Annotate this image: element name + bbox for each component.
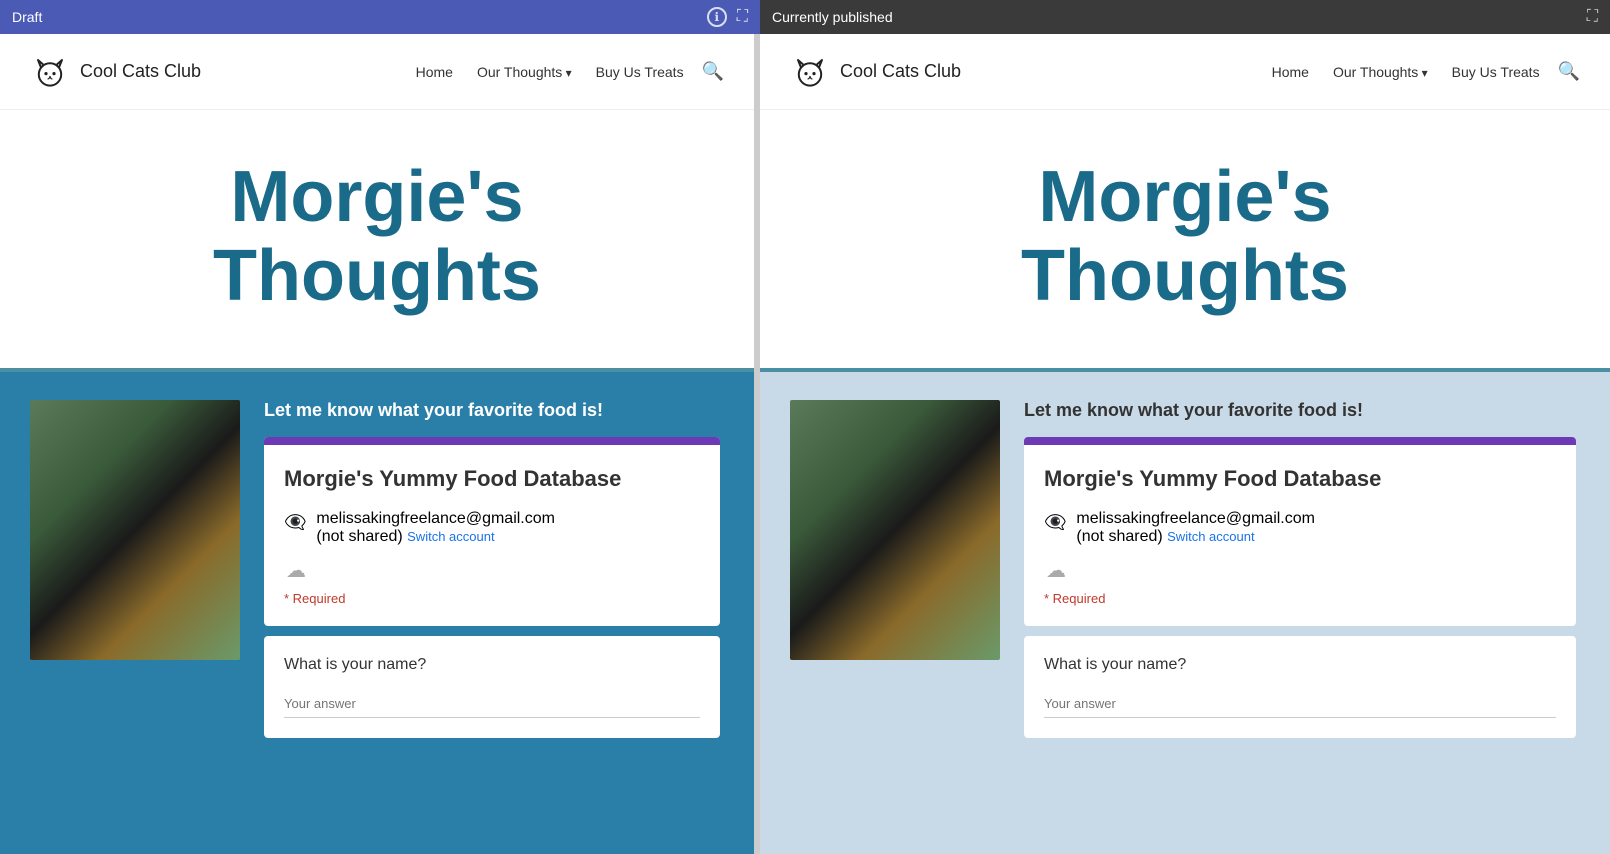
left-account-shared: (not shared) <box>316 528 402 545</box>
left-form-card-body: Morgie's Yummy Food Database 👁️‍🗨️ melis… <box>264 445 720 626</box>
right-cat-image <box>790 400 1000 660</box>
left-logo: Cool Cats Club <box>30 52 201 92</box>
left-switch-account[interactable]: Switch account <box>407 529 494 544</box>
right-nav-our-thoughts[interactable]: Our Thoughts <box>1333 64 1428 80</box>
right-form-card-title: Morgie's Yummy Food Database <box>1044 465 1556 494</box>
expand-icon[interactable]: ⛶ <box>737 8 748 26</box>
right-nav-bar: Cool Cats Club Home Our Thoughts Buy Us … <box>760 34 1610 110</box>
left-hero: Morgie's Thoughts <box>0 110 754 372</box>
left-account-row: 👁️‍🗨️ melissakingfreelance@gmail.com (no… <box>284 510 700 546</box>
right-form-scroll[interactable]: Morgie's Yummy Food Database 👁️‍🗨️ melis… <box>1024 437 1580 826</box>
left-content-section: Let me know what your favorite food is! … <box>0 372 754 854</box>
right-account-row: 👁️‍🗨️ melissakingfreelance@gmail.com (no… <box>1044 510 1556 546</box>
right-eye-off-icon: 👁️‍🗨️ <box>1044 512 1066 533</box>
left-hero-title: Morgie's Thoughts <box>213 158 541 316</box>
right-question-title: What is your name? <box>1044 656 1556 674</box>
left-search-icon[interactable]: 🔍 <box>702 61 724 82</box>
right-cloud-icon: ☁ <box>1046 558 1556 583</box>
left-required-label: * Required <box>284 591 700 606</box>
left-form-area: Let me know what your favorite food is! … <box>264 400 724 826</box>
right-answer-input[interactable] <box>1044 690 1556 718</box>
right-form-header-card: Morgie's Yummy Food Database 👁️‍🗨️ melis… <box>1024 437 1576 626</box>
right-nav-buy-treats[interactable]: Buy Us Treats <box>1452 64 1540 80</box>
left-nav-links: Home Our Thoughts Buy Us Treats <box>416 64 684 80</box>
right-logo: Cool Cats Club <box>790 52 961 92</box>
left-question-title: What is your name? <box>284 656 700 674</box>
panels: Cool Cats Club Home Our Thoughts Buy Us … <box>0 34 1610 854</box>
left-account-email: melissakingfreelance@gmail.com <box>316 510 555 527</box>
right-switch-account[interactable]: Switch account <box>1167 529 1254 544</box>
left-eye-off-icon: 👁️‍🗨️ <box>284 512 306 533</box>
published-bar-icons: ⛶ <box>1587 8 1598 26</box>
left-form-header-card: Morgie's Yummy Food Database 👁️‍🗨️ melis… <box>264 437 720 626</box>
right-account-email: melissakingfreelance@gmail.com <box>1076 510 1315 527</box>
right-account-info: melissakingfreelance@gmail.com (not shar… <box>1076 510 1315 546</box>
left-nav-bar: Cool Cats Club Home Our Thoughts Buy Us … <box>0 34 754 110</box>
draft-bar-icons: ℹ ⛶ <box>707 7 748 27</box>
right-nav-home[interactable]: Home <box>1272 64 1309 80</box>
published-bar: Currently published ⛶ <box>760 0 1610 34</box>
left-nav-home[interactable]: Home <box>416 64 453 80</box>
expand-published-icon[interactable]: ⛶ <box>1587 8 1598 26</box>
right-form-area: Let me know what your favorite food is! … <box>1024 400 1580 826</box>
published-label: Currently published <box>772 9 893 25</box>
left-cloud-icon: ☁ <box>286 558 700 583</box>
right-required-label: * Required <box>1044 591 1556 606</box>
right-form-card-header-bar <box>1024 437 1576 445</box>
right-form-prompt: Let me know what your favorite food is! <box>1024 400 1580 421</box>
right-content-section: Let me know what your favorite food is! … <box>760 372 1610 854</box>
left-logo-text: Cool Cats Club <box>80 61 201 82</box>
draft-bar: Draft ℹ ⛶ <box>0 0 760 34</box>
right-hero: Morgie's Thoughts <box>760 110 1610 372</box>
left-nav-buy-treats[interactable]: Buy Us Treats <box>596 64 684 80</box>
left-cat-logo-icon <box>30 52 70 92</box>
right-question-card: What is your name? <box>1024 636 1576 738</box>
right-cat-logo-icon <box>790 52 830 92</box>
left-account-info: melissakingfreelance@gmail.com (not shar… <box>316 510 555 546</box>
left-cat-image <box>30 400 240 660</box>
top-bars: Draft ℹ ⛶ Currently published ⛶ <box>0 0 1610 34</box>
right-logo-text: Cool Cats Club <box>840 61 961 82</box>
right-hero-title: Morgie's Thoughts <box>1021 158 1349 316</box>
left-form-card-header-bar <box>264 437 720 445</box>
left-form-card-title: Morgie's Yummy Food Database <box>284 465 700 494</box>
draft-label: Draft <box>12 9 42 25</box>
info-icon[interactable]: ℹ <box>707 7 727 27</box>
right-search-icon[interactable]: 🔍 <box>1558 61 1580 82</box>
right-nav-links: Home Our Thoughts Buy Us Treats <box>1272 64 1540 80</box>
published-panel: Cool Cats Club Home Our Thoughts Buy Us … <box>760 34 1610 854</box>
left-question-card: What is your name? <box>264 636 720 738</box>
left-form-scroll[interactable]: Morgie's Yummy Food Database 👁️‍🗨️ melis… <box>264 437 724 826</box>
left-nav-our-thoughts[interactable]: Our Thoughts <box>477 64 572 80</box>
draft-panel: Cool Cats Club Home Our Thoughts Buy Us … <box>0 34 760 854</box>
right-form-card-body: Morgie's Yummy Food Database 👁️‍🗨️ melis… <box>1024 445 1576 626</box>
right-account-shared: (not shared) <box>1076 528 1162 545</box>
left-form-prompt: Let me know what your favorite food is! <box>264 400 724 421</box>
left-answer-input[interactable] <box>284 690 700 718</box>
